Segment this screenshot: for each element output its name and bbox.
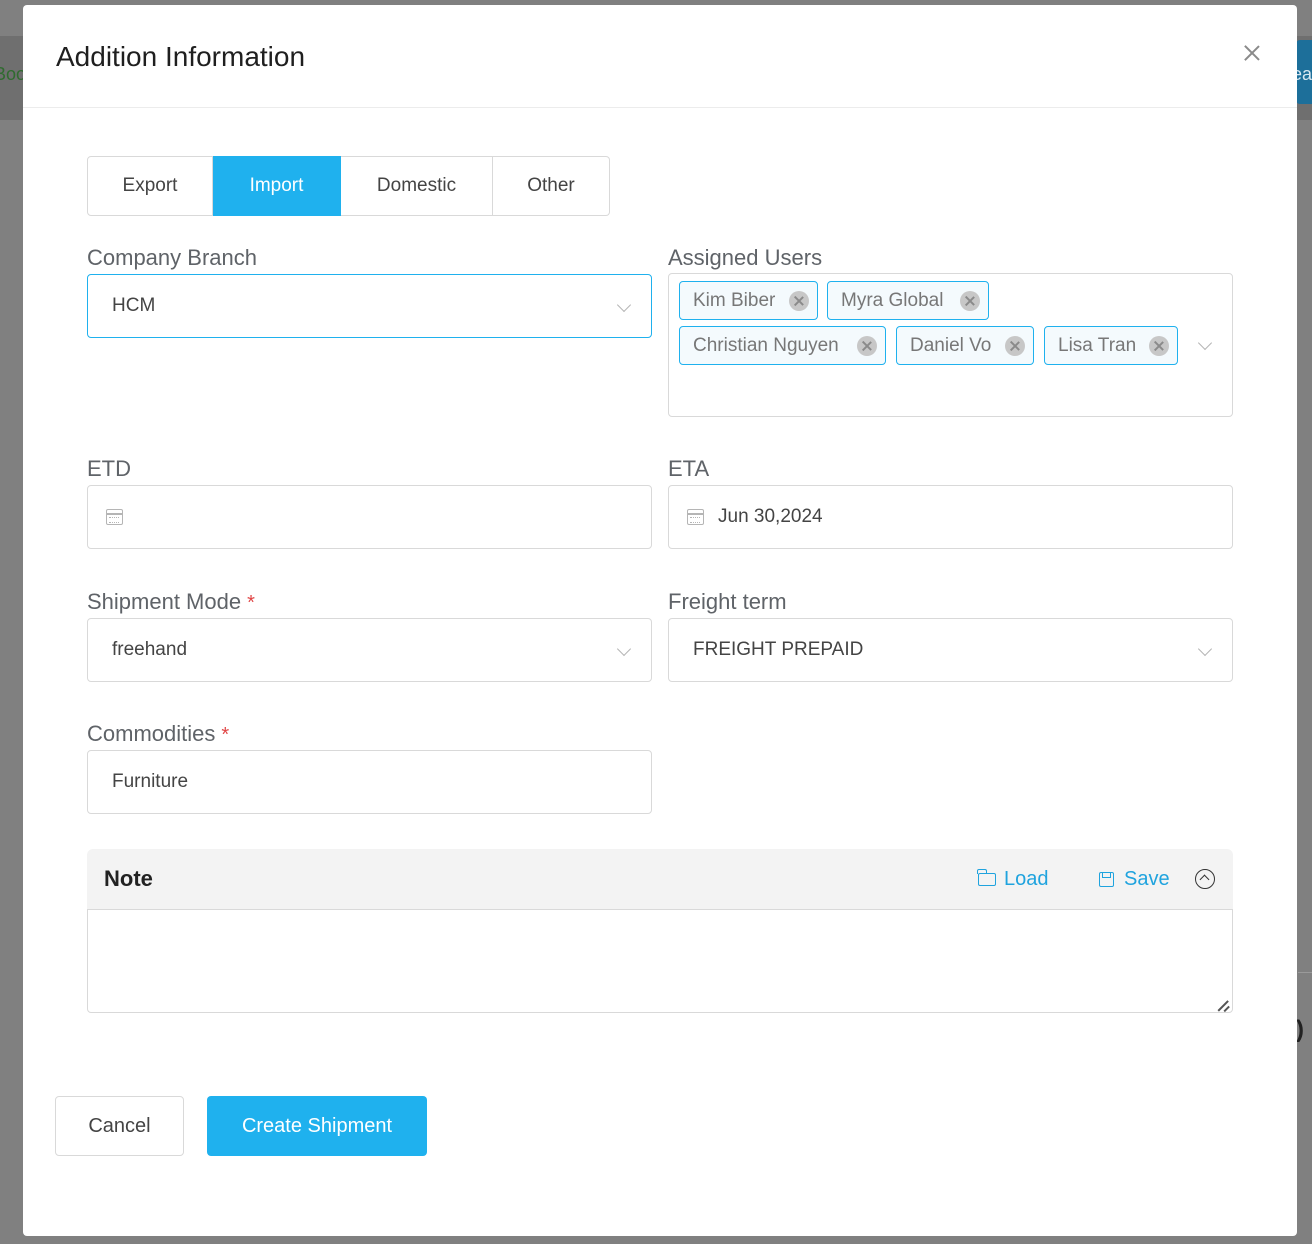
eta-date-picker[interactable]: Jun 30,2024 bbox=[668, 485, 1233, 549]
user-tag: Kim Biber bbox=[679, 281, 818, 320]
shipment-mode-value: freehand bbox=[112, 639, 188, 660]
etd-label: ETD bbox=[87, 456, 131, 481]
modal-title: Addition Information bbox=[56, 41, 306, 72]
user-tag-label: Lisa Tran bbox=[1058, 334, 1137, 356]
modal-header: Addition Information bbox=[23, 5, 1297, 108]
assigned-users-select[interactable]: Kim Biber Myra Global Christian Nguyen D… bbox=[668, 273, 1233, 417]
background-divider bbox=[1298, 972, 1312, 973]
tab-domestic[interactable]: Domestic bbox=[341, 156, 493, 216]
note-title: Note bbox=[104, 866, 153, 891]
note-textarea[interactable] bbox=[87, 909, 1233, 1013]
required-mark: * bbox=[247, 592, 255, 614]
eta-label: ETA bbox=[668, 456, 710, 481]
close-icon[interactable] bbox=[1240, 41, 1264, 65]
required-mark: * bbox=[221, 724, 230, 746]
company-branch-select[interactable]: HCM bbox=[87, 274, 652, 338]
create-shipment-button[interactable]: Create Shipment bbox=[207, 1096, 427, 1156]
tab-import[interactable]: Import bbox=[213, 156, 341, 216]
remove-tag-icon[interactable] bbox=[857, 336, 877, 356]
freight-term-select[interactable]: FREIGHT PREPAID bbox=[668, 618, 1233, 682]
user-tag-label: Daniel Vo bbox=[910, 334, 992, 356]
shipment-type-tabs: Export Import Domestic Other bbox=[87, 156, 610, 216]
load-label: Load bbox=[1004, 868, 1049, 890]
commodities-label-text: Commodities bbox=[87, 721, 216, 746]
chevron-down-icon bbox=[616, 297, 632, 313]
tab-export[interactable]: Export bbox=[87, 156, 213, 216]
shipment-mode-select[interactable]: freehand bbox=[87, 618, 652, 682]
user-tag: Myra Global bbox=[827, 281, 989, 320]
note-header: Note Load Save bbox=[87, 849, 1233, 909]
save-button[interactable]: Save bbox=[1099, 868, 1170, 891]
tab-other[interactable]: Other bbox=[493, 156, 610, 216]
remove-tag-icon[interactable] bbox=[1005, 336, 1025, 356]
background-right-mark: ) bbox=[1296, 1016, 1304, 1043]
chevron-down-icon bbox=[616, 641, 632, 657]
save-label: Save bbox=[1124, 868, 1170, 890]
remove-tag-icon[interactable] bbox=[789, 291, 809, 311]
freight-term-value: FREIGHT PREPAID bbox=[693, 639, 864, 660]
resize-handle-icon[interactable] bbox=[1218, 998, 1230, 1010]
remove-tag-icon[interactable] bbox=[1149, 336, 1169, 356]
save-icon bbox=[1099, 872, 1114, 887]
calendar-icon bbox=[106, 509, 123, 525]
user-tag: Lisa Tran bbox=[1044, 326, 1178, 365]
user-tag-label: Christian Nguyen bbox=[693, 334, 839, 356]
addition-information-modal: Addition Information Export Import Domes… bbox=[23, 5, 1297, 1236]
collapse-up-icon[interactable] bbox=[1195, 869, 1215, 889]
company-branch-value: HCM bbox=[112, 295, 156, 316]
company-branch-label: Company Branch bbox=[87, 245, 257, 270]
etd-date-picker[interactable] bbox=[87, 485, 652, 549]
shipment-mode-label: Shipment Mode * bbox=[87, 589, 255, 615]
user-tag: Christian Nguyen bbox=[679, 326, 886, 365]
eta-value: Jun 30,2024 bbox=[718, 506, 823, 527]
commodities-label: Commodities * bbox=[87, 721, 229, 747]
cancel-button[interactable]: Cancel bbox=[55, 1096, 184, 1156]
commodities-input[interactable]: Furniture bbox=[87, 750, 652, 814]
folder-open-icon bbox=[977, 869, 996, 886]
chevron-down-icon bbox=[1197, 641, 1213, 657]
chevron-down-icon bbox=[1197, 335, 1213, 351]
calendar-icon bbox=[687, 509, 704, 525]
user-tag-label: Kim Biber bbox=[693, 289, 776, 311]
user-tag-label: Myra Global bbox=[841, 289, 944, 311]
remove-tag-icon[interactable] bbox=[960, 291, 980, 311]
load-button[interactable]: Load bbox=[977, 868, 1049, 891]
shipment-mode-label-text: Shipment Mode bbox=[87, 589, 242, 614]
assigned-users-label: Assigned Users bbox=[668, 245, 823, 270]
freight-term-label: Freight term bbox=[668, 589, 787, 614]
user-tag: Daniel Vo bbox=[896, 326, 1034, 365]
commodities-value: Furniture bbox=[112, 771, 189, 792]
